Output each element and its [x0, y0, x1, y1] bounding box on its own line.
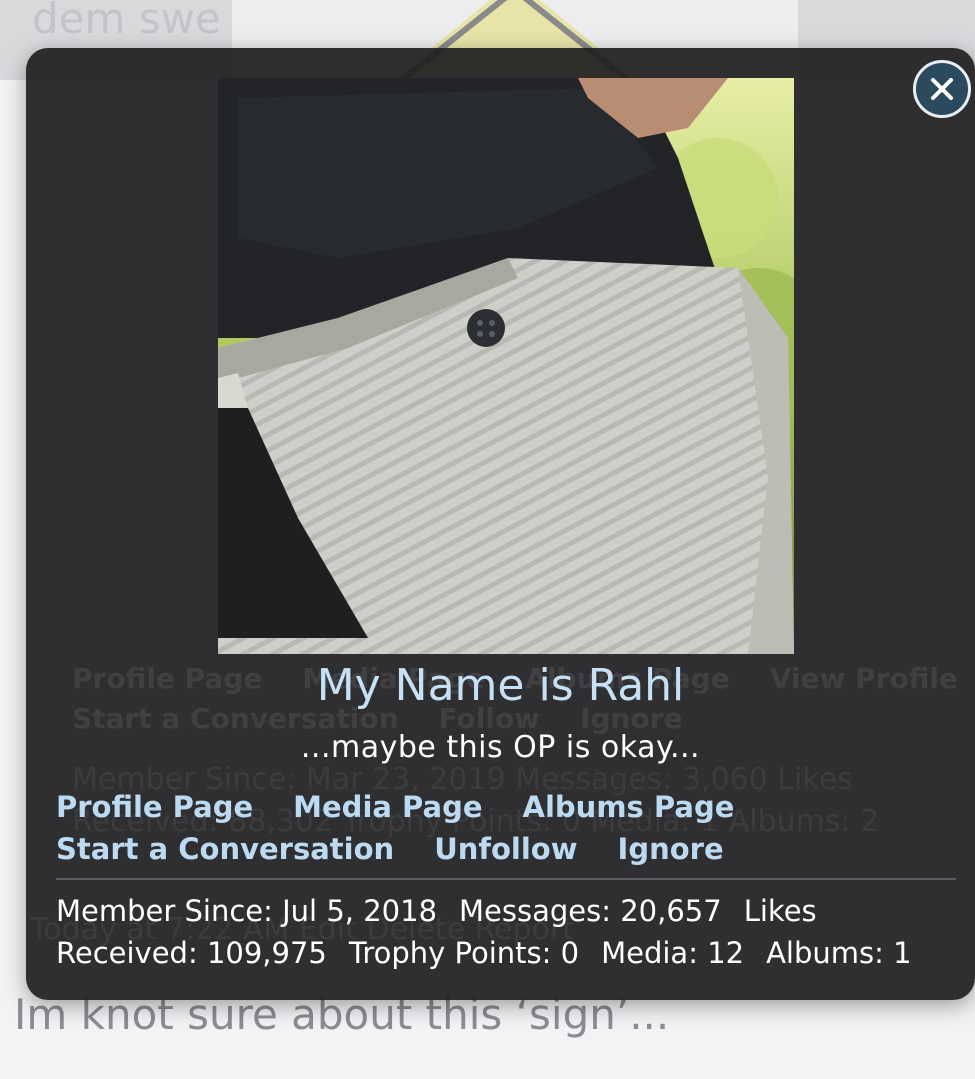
albums-stat: Albums: 1: [766, 936, 911, 970]
start-conversation-link[interactable]: Start a Conversation: [56, 832, 394, 866]
stat-value: 12: [707, 936, 745, 970]
stat-label: Trophy Points:: [348, 936, 552, 970]
ghost-text-line: It's mea: [30, 382, 207, 433]
stat-value: 1: [893, 936, 912, 970]
stat-value: Jul 5, 2018: [282, 894, 438, 928]
stat-label: Messages:: [459, 894, 612, 928]
avatar[interactable]: [218, 78, 794, 654]
media-page-link[interactable]: Media Page: [293, 790, 482, 824]
user-name-link[interactable]: My Name is Rahl: [26, 660, 975, 713]
user-title: ...maybe this OP is okay...: [300, 730, 701, 765]
stat-value: 0: [560, 936, 580, 970]
stat-label: Likes: [743, 894, 817, 928]
member-stats: Member Since: Jul 5, 2018 Messages: 20,65…: [56, 890, 956, 974]
avatar-photo: [218, 78, 794, 654]
background-post-text: dem swe: [32, 0, 221, 43]
likes-received-stat: Received: 109,975: [56, 936, 327, 970]
close-button[interactable]: [913, 60, 971, 118]
unfollow-link[interactable]: Unfollow: [434, 832, 577, 866]
messages-stat: Messages: 20,657: [459, 894, 722, 928]
divider: [56, 878, 956, 880]
member-actions-row: Start a Conversation Unfollow Ignore: [56, 832, 724, 866]
ghost-text-line: Wome: [826, 382, 964, 433]
member-links-row: Profile Page Media Page Albums Page: [56, 790, 734, 824]
stat-label: Albums:: [766, 936, 884, 970]
trophy-points-stat: Trophy Points: 0: [349, 936, 579, 970]
stat-label: Media:: [601, 936, 698, 970]
ignore-link[interactable]: Ignore: [618, 832, 724, 866]
profile-page-link[interactable]: Profile Page: [56, 790, 253, 824]
member-since-stat: Member Since: Jul 5, 2018: [56, 894, 437, 928]
stat-label: Received:: [56, 936, 198, 970]
ghost-text-line: Cl: [826, 504, 869, 555]
ghost-text-line: curry fi: [30, 574, 186, 625]
ghost-text-line: differe: [30, 448, 172, 499]
stat-label: Member Since:: [56, 894, 273, 928]
member-tooltip-card: It's mea differe curry fi Wome Cl Profil…: [26, 48, 975, 1000]
albums-page-link[interactable]: Albums Page: [523, 790, 735, 824]
stat-value: 109,975: [206, 936, 327, 970]
media-stat: Media: 12: [601, 936, 744, 970]
close-icon: [931, 78, 953, 100]
stat-value: 20,657: [620, 894, 722, 928]
